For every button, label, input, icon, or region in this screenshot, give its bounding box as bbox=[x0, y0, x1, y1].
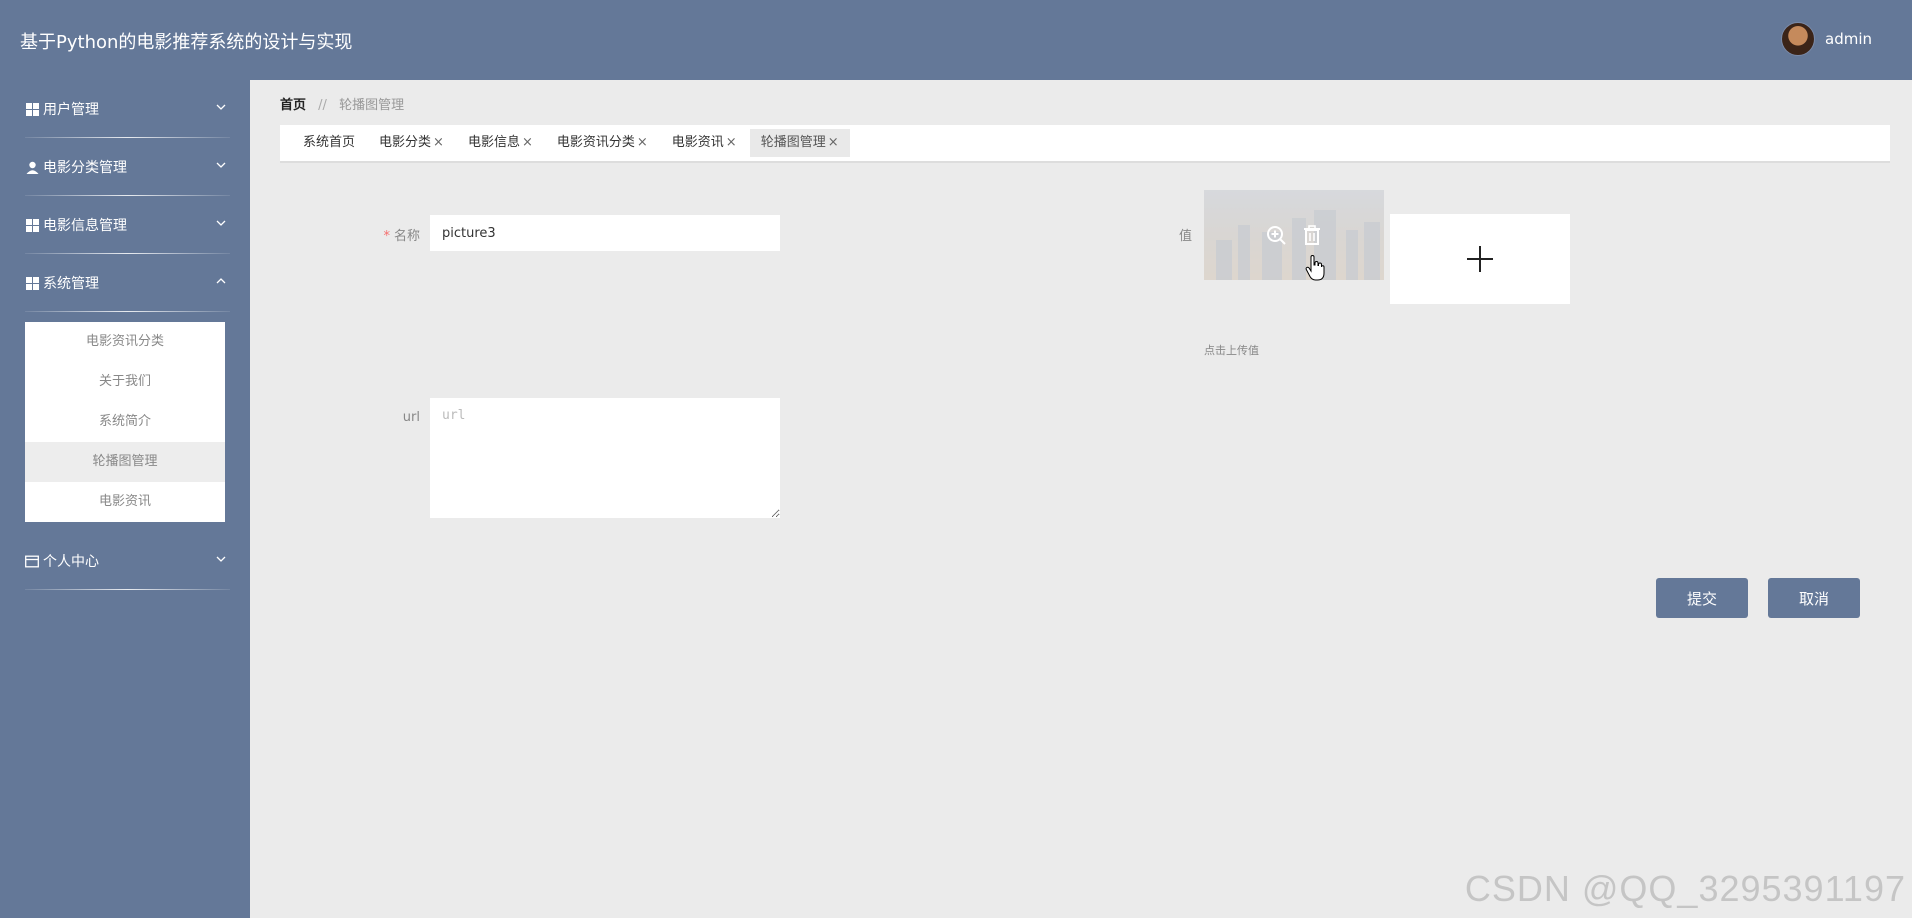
sidebar-item-system-intro[interactable]: 系统简介 bbox=[25, 402, 225, 442]
app-title: 基于Python的电影推荐系统的设计与实现 bbox=[20, 32, 353, 53]
tab-label: 电影信息 bbox=[467, 135, 520, 150]
tab-movie-news[interactable]: 电影资讯 × bbox=[661, 129, 748, 157]
tab-movie-category[interactable]: 电影分类 × bbox=[368, 129, 455, 157]
menu-head-system[interactable]: 系统管理 bbox=[0, 254, 250, 312]
breadcrumb-current: 轮播图管理 bbox=[339, 98, 405, 113]
upload-button[interactable] bbox=[1390, 214, 1570, 304]
tabs-bar: 系统首页 电影分类 × 电影信息 × 电影资讯分类 × 电影资讯 × 轮播图管理 × bbox=[280, 125, 1890, 163]
menu-head-label: 电影分类管理 bbox=[43, 160, 127, 176]
close-icon[interactable]: × bbox=[522, 135, 533, 150]
value-label: 值 bbox=[1178, 229, 1192, 244]
tab-carousel[interactable]: 轮播图管理 × bbox=[749, 129, 850, 157]
menu-head-label: 电影信息管理 bbox=[43, 218, 127, 234]
menu-head-label: 个人中心 bbox=[43, 554, 99, 570]
main-content: 首页 // 轮播图管理 系统首页 电影分类 × 电影信息 × 电影资讯分类 × 电影资… bbox=[250, 80, 1912, 918]
sidebar-item-carousel[interactable]: 轮播图管理 bbox=[25, 442, 225, 482]
user-menu[interactable]: admin bbox=[1781, 22, 1872, 56]
breadcrumb: 首页 // 轮播图管理 bbox=[280, 94, 404, 113]
menu-head-users[interactable]: 用户管理 bbox=[0, 80, 250, 138]
top-header: 基于Python的电影推荐系统的设计与实现 admin bbox=[0, 0, 1912, 80]
url-label: url bbox=[402, 410, 420, 425]
breadcrumb-separator: // bbox=[318, 98, 327, 113]
hand-cursor-icon bbox=[1305, 255, 1325, 281]
menu-group-personal: 个人中心 bbox=[0, 532, 250, 590]
menu-group-users: 用户管理 bbox=[0, 80, 250, 138]
close-icon[interactable]: × bbox=[726, 135, 737, 150]
tab-label: 系统首页 bbox=[303, 135, 356, 150]
menu-group-movie-category: 电影分类管理 bbox=[0, 138, 250, 196]
url-textarea[interactable] bbox=[430, 398, 780, 518]
grid-icon bbox=[25, 218, 39, 232]
close-icon[interactable]: × bbox=[433, 135, 444, 150]
chevron-down-icon bbox=[216, 220, 226, 226]
username[interactable]: admin bbox=[1825, 30, 1872, 48]
chevron-down-icon bbox=[216, 104, 226, 110]
chevron-down-icon bbox=[216, 556, 226, 562]
avatar[interactable] bbox=[1781, 22, 1815, 56]
menu-head-movie-category[interactable]: 电影分类管理 bbox=[0, 138, 250, 196]
tab-label: 电影资讯分类 bbox=[556, 135, 635, 150]
menu-head-personal[interactable]: 个人中心 bbox=[0, 532, 250, 590]
tab-system-home[interactable]: 系统首页 bbox=[292, 129, 366, 157]
zoom-in-icon[interactable] bbox=[1264, 223, 1288, 247]
cancel-button[interactable]: 取消 bbox=[1768, 578, 1860, 618]
menu-divider bbox=[25, 311, 230, 312]
tab-label: 电影资讯 bbox=[671, 135, 724, 150]
plus-icon bbox=[1467, 246, 1493, 272]
image-actions-overlay bbox=[1204, 190, 1384, 280]
menu-head-label: 用户管理 bbox=[43, 102, 99, 118]
uploaded-image-thumbnail[interactable] bbox=[1204, 190, 1384, 280]
card-icon bbox=[25, 554, 39, 568]
sidebar-item-about-us[interactable]: 关于我们 bbox=[25, 362, 225, 402]
name-label: * 名称 bbox=[350, 225, 420, 244]
tab-movie-info[interactable]: 电影信息 × bbox=[457, 129, 544, 157]
name-input[interactable] bbox=[430, 215, 780, 251]
required-mark: * bbox=[383, 229, 390, 244]
menu-divider bbox=[25, 589, 230, 590]
submenu-system: 电影资讯分类 关于我们 系统简介 轮播图管理 电影资讯 bbox=[25, 322, 225, 522]
tab-movie-news-category[interactable]: 电影资讯分类 × bbox=[546, 129, 659, 157]
grid-icon bbox=[25, 102, 39, 116]
close-icon[interactable]: × bbox=[637, 135, 648, 150]
menu-head-movie-info[interactable]: 电影信息管理 bbox=[0, 196, 250, 254]
sidebar-item-movie-news-category[interactable]: 电影资讯分类 bbox=[25, 322, 225, 362]
menu-group-movie-info: 电影信息管理 bbox=[0, 196, 250, 254]
upload-hint: 点击上传值 bbox=[1204, 344, 1259, 357]
user-icon bbox=[25, 160, 39, 174]
menu-head-label: 系统管理 bbox=[43, 276, 99, 292]
tab-label: 轮播图管理 bbox=[760, 135, 826, 150]
name-label-text: 名称 bbox=[393, 229, 420, 244]
close-icon[interactable]: × bbox=[828, 135, 839, 150]
chevron-down-icon bbox=[216, 162, 226, 168]
tab-label: 电影分类 bbox=[379, 135, 432, 150]
sidebar-item-movie-news[interactable]: 电影资讯 bbox=[25, 482, 225, 522]
chevron-up-icon bbox=[216, 278, 226, 284]
sidebar: 用户管理 电影分类管理 电影信息管理 系统管理 电影资讯分类 关于我们 系统简介… bbox=[0, 80, 250, 918]
menu-group-system: 系统管理 bbox=[0, 254, 250, 312]
trash-icon[interactable] bbox=[1300, 223, 1324, 247]
submit-button[interactable]: 提交 bbox=[1656, 578, 1748, 618]
grid-icon bbox=[25, 276, 39, 290]
watermark: CSDN @QQ_3295391197 bbox=[1464, 868, 1906, 909]
breadcrumb-home[interactable]: 首页 bbox=[280, 98, 306, 113]
